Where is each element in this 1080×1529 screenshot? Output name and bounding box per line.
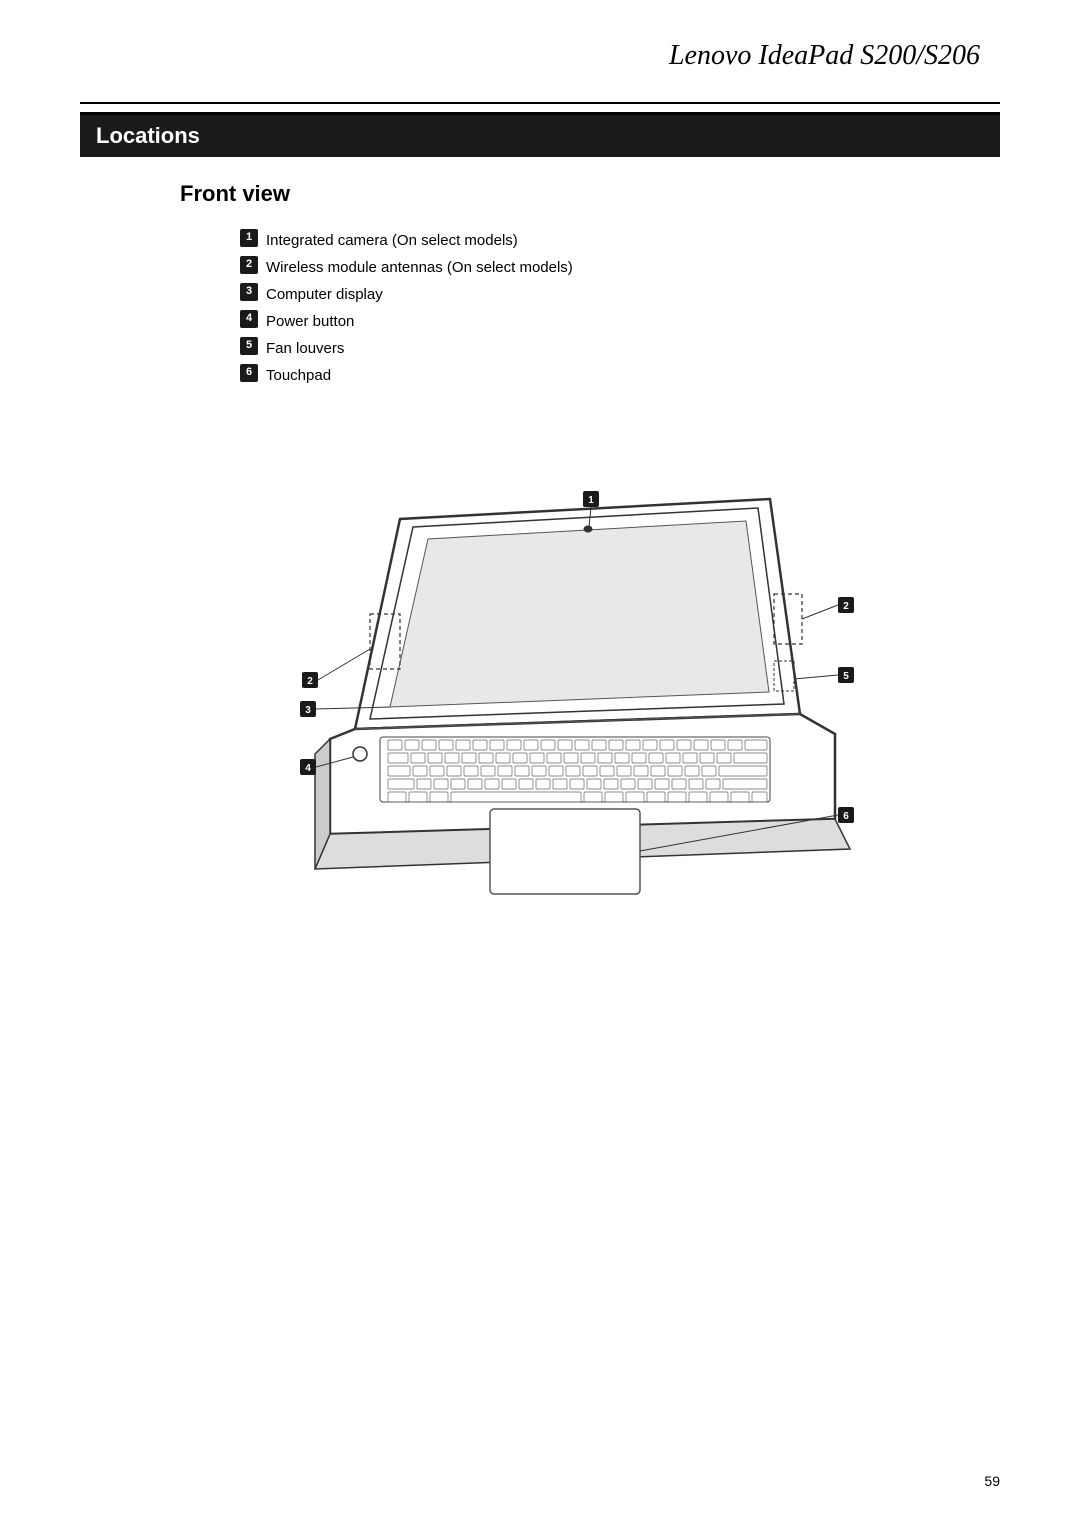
part-label-1: Integrated camera (On select models) xyxy=(266,227,518,254)
list-item: 6 Touchpad xyxy=(240,362,1000,389)
laptop-lid: lenovo xyxy=(355,499,802,732)
part-label-2: Wireless module antennas (On select mode… xyxy=(266,254,573,281)
page-container: Lenovo IdeaPad S200/S206 Locations Front… xyxy=(0,0,1080,1529)
section-title: Locations xyxy=(80,112,1000,157)
part-label-6: Touchpad xyxy=(266,362,331,389)
list-item: 3 Computer display xyxy=(240,281,1000,308)
laptop-illustration: lenovo xyxy=(200,419,880,939)
list-item: 2 Wireless module antennas (On select mo… xyxy=(240,254,1000,281)
laptop-base xyxy=(315,714,850,894)
svg-text:4: 4 xyxy=(305,763,311,774)
svg-text:1: 1 xyxy=(588,495,594,506)
svg-text:5: 5 xyxy=(843,671,849,682)
badge-6: 6 xyxy=(240,364,258,382)
svg-text:3: 3 xyxy=(305,705,311,716)
svg-text:6: 6 xyxy=(843,811,849,822)
part-label-3: Computer display xyxy=(266,281,383,308)
badge-3: 3 xyxy=(240,283,258,301)
badge-5: 5 xyxy=(240,337,258,355)
list-item: 4 Power button xyxy=(240,308,1000,335)
part-label-5: Fan louvers xyxy=(266,335,344,362)
part-label-4: Power button xyxy=(266,308,354,335)
svg-text:2: 2 xyxy=(307,676,313,687)
parts-list: 1 Integrated camera (On select models) 2… xyxy=(240,227,1000,389)
top-divider xyxy=(80,102,1000,104)
laptop-diagram: lenovo xyxy=(200,419,880,939)
badge-4: 4 xyxy=(240,310,258,328)
badge-2: 2 xyxy=(240,256,258,274)
subsection-title: Front view xyxy=(180,181,1000,207)
page-number: 59 xyxy=(984,1473,1000,1489)
svg-text:2: 2 xyxy=(843,601,849,612)
list-item: 1 Integrated camera (On select models) xyxy=(240,227,1000,254)
badge-1: 1 xyxy=(240,229,258,247)
page-title: Lenovo IdeaPad S200/S206 xyxy=(80,40,1000,72)
list-item: 5 Fan louvers xyxy=(240,335,1000,362)
